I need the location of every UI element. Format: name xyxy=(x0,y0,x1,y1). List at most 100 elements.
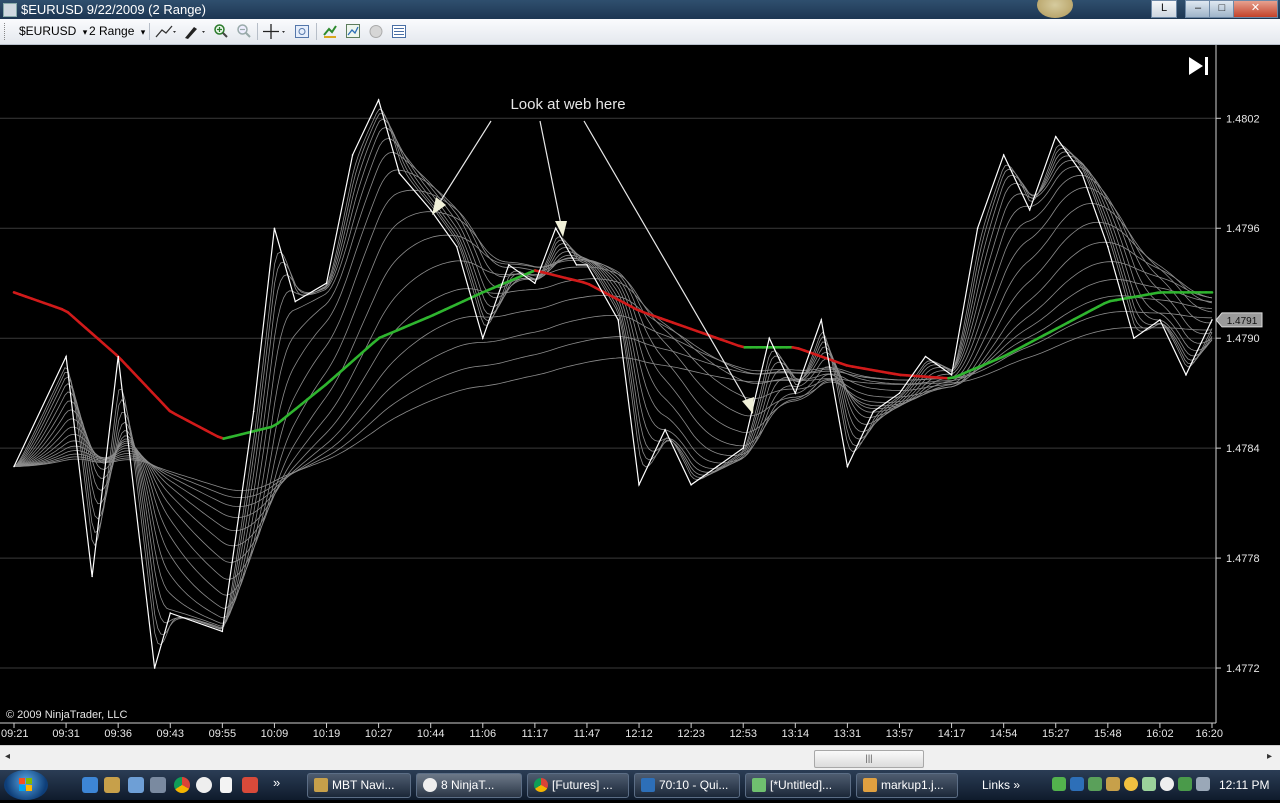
document-icon[interactable] xyxy=(220,777,232,793)
quicklaunch-app-icon[interactable] xyxy=(104,777,120,793)
interval-selector[interactable]: 2 Range ▾ xyxy=(89,23,145,40)
pen-tool-icon[interactable] xyxy=(182,23,208,40)
current-price-label: 1.4791 xyxy=(1227,316,1258,327)
price-point xyxy=(716,466,718,468)
price-point xyxy=(586,264,588,266)
tray-icon[interactable] xyxy=(1160,777,1174,791)
chrome-icon[interactable] xyxy=(174,777,190,793)
moving-average-segment xyxy=(146,386,152,392)
price-point xyxy=(555,227,557,229)
ninjatrader-icon[interactable] xyxy=(196,777,212,793)
moving-average-segment xyxy=(128,367,134,373)
price-chart-canvas[interactable]: 1.48021.47961.47901.47841.47781.4772 09:… xyxy=(0,45,1280,745)
scroll-right-arrow[interactable]: ▸ xyxy=(1267,751,1272,762)
taskbar-button-markup[interactable]: markup1.j... xyxy=(856,773,958,798)
ribbon-line xyxy=(14,296,1212,507)
clock[interactable]: 12:11 PM xyxy=(1219,770,1269,800)
annotation-text: Look at web here xyxy=(510,96,625,113)
price-point xyxy=(664,429,666,431)
start-button[interactable] xyxy=(4,770,48,800)
moving-average-segment xyxy=(122,360,128,366)
price-point xyxy=(795,392,797,394)
show-desktop-icon[interactable] xyxy=(128,777,144,793)
y-tick-label: 1.4796 xyxy=(1226,223,1260,235)
price-point xyxy=(13,466,15,468)
play-end-button[interactable] xyxy=(1189,57,1208,75)
horizontal-scrollbar[interactable]: ◂ ||| ▸ xyxy=(0,745,1280,771)
paint-icon[interactable] xyxy=(242,777,258,793)
tray-icon[interactable] xyxy=(1088,777,1102,791)
ribbon-line xyxy=(14,312,1212,498)
moving-average-segment xyxy=(164,405,170,411)
crosshair-icon[interactable] xyxy=(262,23,288,40)
taskbar-button-untitled[interactable]: [*Untitled]... xyxy=(745,773,851,798)
minimize-button[interactable]: – xyxy=(1185,0,1211,18)
price-line xyxy=(14,100,1212,668)
line-drawing-tool-icon[interactable] xyxy=(154,23,178,40)
quicklaunch-more-chevron[interactable]: » xyxy=(273,775,280,790)
zoom-in-icon[interactable] xyxy=(213,23,229,40)
data-box-icon[interactable] xyxy=(391,23,407,40)
price-point xyxy=(456,246,458,248)
toolbar-grip[interactable] xyxy=(4,23,8,40)
zoom-out-icon[interactable] xyxy=(236,23,252,40)
tray-icon[interactable] xyxy=(1106,777,1120,791)
tray-icon[interactable] xyxy=(1070,777,1084,791)
taskbar-button-mbt[interactable]: MBT Navi... xyxy=(307,773,411,798)
taskbar-button-quicken[interactable]: 70:10 - Qui... xyxy=(634,773,740,798)
price-point xyxy=(1107,246,1109,248)
toolbar-separator xyxy=(257,23,258,40)
explorer-icon[interactable] xyxy=(150,777,166,793)
ribbon-line xyxy=(14,242,1212,546)
y-tick-label: 1.4778 xyxy=(1226,553,1260,565)
ribbon-line xyxy=(14,204,1212,580)
price-point xyxy=(951,374,953,376)
x-tick-label: 10:09 xyxy=(261,728,289,740)
price-point xyxy=(1003,154,1005,156)
y-tick-label: 1.4784 xyxy=(1226,443,1260,455)
quicken-icon xyxy=(641,778,655,792)
windows-logo-icon xyxy=(4,770,48,800)
x-tick-label: 13:57 xyxy=(886,728,914,740)
taskbar-button-futures[interactable]: [Futures] ... xyxy=(527,773,629,798)
taskbar-button-ninjatrader[interactable]: 8 NinjaT... xyxy=(416,773,522,798)
current-price-badge: 1.4791 xyxy=(1216,313,1262,327)
chart-trader-icon[interactable] xyxy=(368,23,384,40)
tray-icon[interactable] xyxy=(1142,777,1156,791)
volume-icon[interactable] xyxy=(1196,777,1210,791)
ninjatrader-icon xyxy=(423,778,437,792)
price-point xyxy=(169,612,171,614)
indicators-icon[interactable] xyxy=(345,23,361,40)
l-button[interactable]: L xyxy=(1151,0,1177,18)
price-point xyxy=(352,154,354,156)
strategy-icon[interactable] xyxy=(322,23,338,40)
task-label: MBT Navi... xyxy=(332,778,394,792)
price-point xyxy=(925,356,927,358)
window-title-bar[interactable]: $EURUSD 9/22/2009 (2 Range) L – □ ✕ xyxy=(0,0,1280,19)
x-tick-label: 09:21 xyxy=(1,728,29,740)
ie-icon[interactable] xyxy=(82,777,98,793)
x-tick-label: 10:44 xyxy=(417,728,445,740)
price-point xyxy=(91,576,93,578)
tray-icon[interactable] xyxy=(1124,777,1138,791)
price-chart[interactable]: 1.48021.47961.47901.47841.47781.4772 09:… xyxy=(0,45,1280,745)
maximize-button[interactable]: □ xyxy=(1209,0,1235,18)
task-label: markup1.j... xyxy=(881,778,944,792)
price-point xyxy=(1185,374,1187,376)
price-point xyxy=(117,356,119,358)
x-tick-label: 15:27 xyxy=(1042,728,1070,740)
price-point xyxy=(899,392,901,394)
close-button[interactable]: ✕ xyxy=(1233,0,1278,18)
y-tick-label: 1.4772 xyxy=(1226,663,1260,675)
x-tick-label: 12:23 xyxy=(677,728,705,740)
price-point xyxy=(1211,319,1213,321)
properties-icon[interactable] xyxy=(294,23,310,40)
scroll-thumb[interactable]: ||| xyxy=(814,750,924,768)
scroll-left-arrow[interactable]: ◂ xyxy=(5,751,10,762)
links-toolbar[interactable]: Links » xyxy=(982,770,1020,800)
instrument-selector[interactable]: $EURUSD ▾ xyxy=(19,23,87,40)
x-tick-label: 13:14 xyxy=(782,728,810,740)
tray-icon[interactable] xyxy=(1052,777,1066,791)
network-icon[interactable] xyxy=(1178,777,1192,791)
x-tick-label: 09:36 xyxy=(104,728,132,740)
